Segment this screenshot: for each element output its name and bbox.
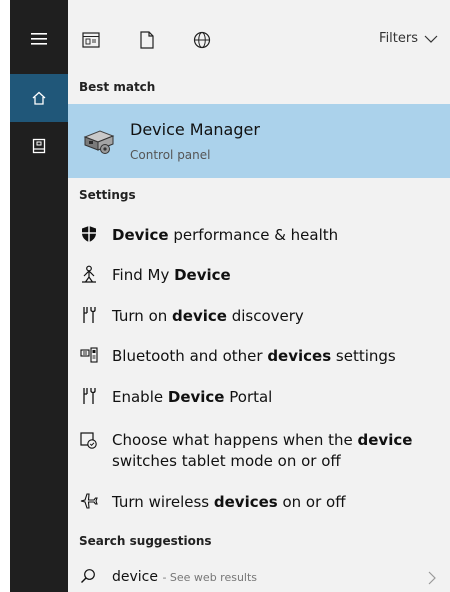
settings-item-device-discovery[interactable]: Turn on device discovery [68,296,450,336]
settings-item-find-my-device[interactable]: Find My Device [68,255,450,295]
settings-item-device-performance[interactable]: Device performance & health [68,215,450,255]
hamburger-icon [31,33,47,45]
left-rail [10,0,68,592]
shield-icon [80,225,98,243]
settings-item-tablet-mode[interactable]: Choose what happens when the device switc… [68,424,450,476]
settings-item-device-portal[interactable]: Enable Device Portal [68,377,450,417]
tablet-mode-icon [80,432,98,450]
device-discovery-icon [80,306,98,324]
document-icon [140,31,154,49]
web-search-suggestion[interactable]: device - See web results [68,562,450,592]
apps-window-icon [82,32,100,48]
best-match-subtitle: Control panel [130,148,211,162]
chevron-right-icon [428,570,436,589]
device-manager-icon [83,130,115,154]
settings-item-label: Bluetooth and other devices settings [112,347,396,365]
settings-item-bluetooth[interactable]: Bluetooth and other devices settings [68,336,450,376]
settings-item-label: Device performance & health [112,226,339,244]
settings-item-label: Turn wireless devices on or off [112,493,346,511]
home-icon [32,91,46,105]
best-match-heading: Best match [79,80,156,94]
settings-item-label: Enable Device Portal [112,388,273,406]
apps-filter-button[interactable] [80,29,102,51]
documents-filter-button[interactable] [136,29,158,51]
settings-item-label: Find My Device [112,266,231,284]
chevron-down-icon [424,35,438,43]
home-button[interactable] [10,74,68,122]
notebook-icon [32,138,46,154]
best-match-result[interactable]: Device Manager Control panel [68,104,450,178]
start-search-window: Filters Best match Device Manager Contro… [0,0,450,592]
globe-icon [193,31,211,49]
results-panel: Filters Best match Device Manager Contro… [68,0,450,592]
search-suggestions-heading: Search suggestions [79,534,212,548]
filter-toolbar: Filters [68,0,450,74]
filters-label: Filters [379,31,418,46]
menu-button[interactable] [10,15,68,63]
person-location-icon [80,265,98,283]
settings-item-label: Choose what happens when the device switc… [112,431,413,470]
settings-item-label: Turn on device discovery [112,307,304,325]
notebook-button[interactable] [10,122,68,170]
search-icon [80,568,96,588]
web-filter-button[interactable] [191,29,213,51]
developer-icon [80,387,98,405]
airplane-icon [80,492,98,510]
settings-heading: Settings [79,188,136,202]
settings-item-wireless-devices[interactable]: Turn wireless devices on or off [68,482,450,522]
filters-dropdown[interactable]: Filters [379,31,438,46]
keyboard-devices-icon [80,346,98,364]
best-match-title: Device Manager [130,120,260,139]
suggestion-label: device - See web results [112,569,258,585]
